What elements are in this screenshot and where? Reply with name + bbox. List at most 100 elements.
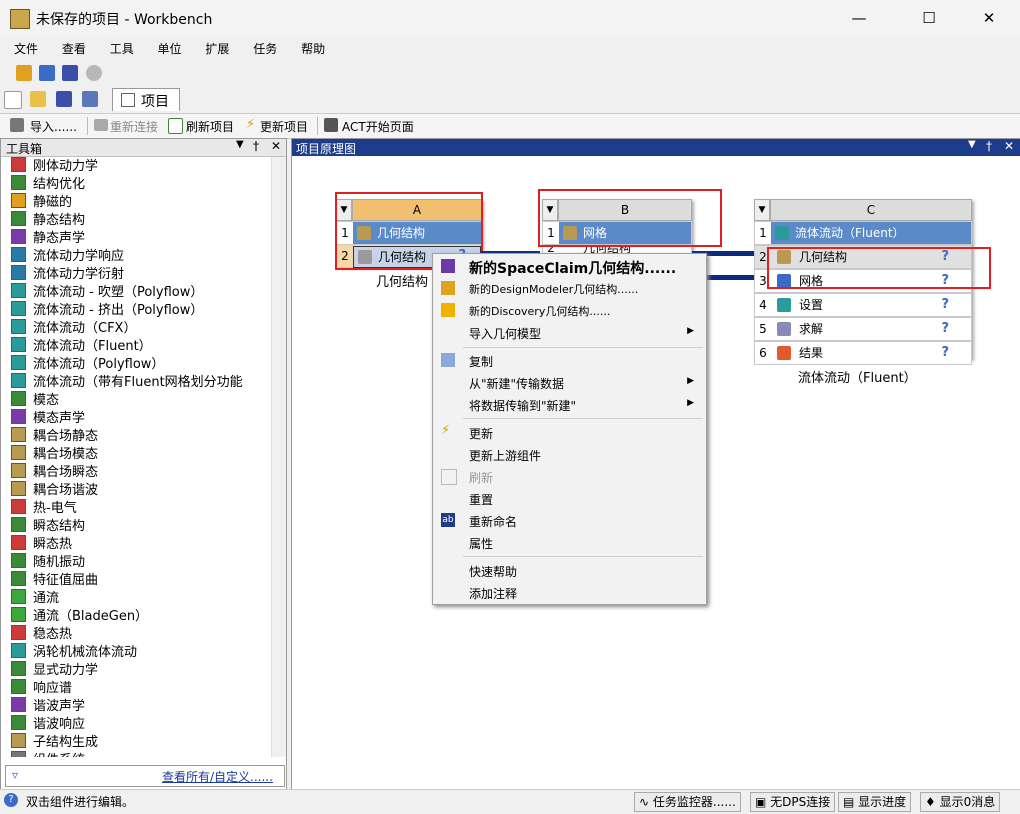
toolbox-item[interactable]: 显式动力学 (11, 659, 98, 678)
close-button[interactable]: ✕ (966, 4, 1012, 32)
help-question-icon[interactable]: ? (941, 318, 949, 340)
toolbox-item[interactable]: 模态 (11, 389, 59, 408)
menu-new-designmodeler[interactable]: 新的DesignModeler几何结构...... (469, 281, 638, 297)
save-workbench-icon[interactable] (39, 65, 55, 81)
new-file-icon[interactable] (4, 91, 22, 109)
toolbox-item[interactable]: 流体流动 - 挤出（Polyflow） (11, 299, 203, 318)
new-workbench-icon[interactable] (16, 65, 32, 81)
show-progress-button[interactable]: ▤ 显示进度 (838, 792, 912, 812)
toolbox-item[interactable]: 流体动力学衍射 (11, 263, 124, 282)
toolbox-item[interactable]: 流体流动（带有Fluent网格划分功能 (11, 371, 243, 390)
system-c-menu-arrow[interactable]: ▼ (754, 199, 770, 221)
system-c-cell-5[interactable]: 5 求解 ? (754, 317, 972, 341)
toolbox-item[interactable]: 涡轮机械流体流动 (11, 641, 137, 660)
menu-new-discovery[interactable]: 新的Discovery几何结构...... (469, 303, 610, 319)
pin-icon[interactable]: † (253, 139, 259, 153)
tab-project[interactable]: 项目 (112, 88, 180, 111)
act-home-button[interactable]: ACT开始页面 (342, 118, 414, 135)
toolbox-item[interactable]: 静态结构 (11, 209, 85, 228)
menu-units[interactable]: 单位 (158, 38, 182, 60)
system-c-cell-1[interactable]: 1 流体流动（Fluent） (754, 221, 972, 245)
menu-bar: 文件 查看 工具 单位 扩展 任务 帮助 (0, 38, 1020, 60)
toolbox-item[interactable]: 响应谱 (11, 677, 72, 696)
toolbox-panel: 工具箱 ▼ † ✕ 刚体动力学 结构优化 静磁的 静态结构 静态声学 流体动力学响应 流体动… (0, 138, 287, 790)
menu-reset[interactable]: 重置 (469, 491, 493, 508)
toolbox-scrollbar[interactable] (271, 157, 286, 757)
menu-extensions[interactable]: 扩展 (205, 38, 229, 60)
system-c-cell-4[interactable]: 4 设置 ? (754, 293, 972, 317)
toolbox-item[interactable]: 特征值屈曲 (11, 569, 98, 588)
toolbox-item[interactable]: 耦合场模态 (11, 443, 98, 462)
toolbox-item[interactable]: 流体流动（Polyflow） (11, 353, 164, 372)
maximize-button[interactable]: ☐ (906, 4, 952, 32)
analysis-system-icon (11, 427, 26, 442)
menu-view[interactable]: 查看 (62, 38, 86, 60)
menu-quick-help[interactable]: 快速帮助 (469, 563, 517, 580)
help-question-icon[interactable]: ? (941, 294, 949, 316)
menu-update-upstream[interactable]: 更新上游组件 (469, 447, 541, 464)
archive-icon[interactable] (62, 65, 78, 81)
menu-jobs[interactable]: 任务 (253, 38, 277, 60)
dps-connection-button[interactable]: ▣ 无DPS连接 (750, 792, 836, 812)
toolbox-item[interactable]: 通流 (11, 587, 59, 606)
toolbox-item[interactable]: 瞬态结构 (11, 515, 85, 534)
open-folder-icon[interactable] (30, 91, 46, 107)
filter-icon[interactable]: ▿ (12, 768, 18, 782)
toolbox-item[interactable]: 稳态热 (11, 623, 72, 642)
toolbox-item[interactable]: 热-电气 (11, 497, 77, 516)
toolbox-item[interactable]: 流体流动 - 吹塑（Polyflow） (11, 281, 203, 300)
toolbox-item[interactable]: 通流（BladeGen） (11, 605, 148, 624)
close-panel-icon[interactable]: ✕ (1004, 139, 1014, 153)
menu-update[interactable]: 更新 (469, 425, 493, 442)
minimize-button[interactable]: — (836, 4, 882, 32)
dropdown-icon[interactable]: ▼ (968, 139, 976, 150)
menu-refresh[interactable]: 刷新 (469, 469, 493, 486)
close-panel-icon[interactable]: ✕ (271, 139, 281, 153)
toolbox-item[interactable]: 组件系统 (11, 749, 85, 757)
menu-rename[interactable]: 重新命名 (469, 513, 517, 530)
system-c-cell-6[interactable]: 6 结果 ? (754, 341, 972, 365)
toolbox-item[interactable]: 谐波声学 (11, 695, 85, 714)
toolbox-item[interactable]: 瞬态热 (11, 533, 72, 552)
menu-file[interactable]: 文件 (14, 38, 38, 60)
pin-icon[interactable]: † (986, 139, 992, 153)
dropdown-icon[interactable]: ▼ (236, 139, 244, 150)
toolbox-item[interactable]: 流体流动（Fluent） (11, 335, 152, 354)
save-icon[interactable] (56, 91, 72, 107)
toolbox-item[interactable]: 耦合场静态 (11, 425, 98, 444)
menu-new-spaceclaim[interactable]: 新的SpaceClaim几何结构...... (469, 258, 676, 278)
menu-import-geometry[interactable]: 导入几何模型 (469, 325, 541, 342)
menu-transfer-to-new[interactable]: 将数据传输到"新建" (469, 397, 576, 414)
help-question-icon[interactable]: ? (941, 342, 949, 364)
lightning-icon: ⚡ (441, 423, 451, 438)
toolbox-item[interactable]: 结构优化 (11, 173, 85, 192)
globe-icon[interactable] (86, 65, 102, 81)
toolbox-item[interactable]: 谐波响应 (11, 713, 85, 732)
update-project-button[interactable]: 更新项目 (260, 118, 308, 135)
toolbox-item[interactable]: 随机振动 (11, 551, 85, 570)
refresh-project-button[interactable]: 刷新项目 (186, 118, 234, 135)
menu-add-note[interactable]: 添加注释 (469, 585, 517, 602)
analysis-system-icon (11, 715, 26, 730)
toolbox-item[interactable]: 耦合场谐波 (11, 479, 98, 498)
toolbox-item[interactable]: 流体动力学响应 (11, 245, 124, 264)
menu-transfer-from-new[interactable]: 从"新建"传输数据 (469, 375, 564, 392)
toolbox-item[interactable]: 模态声学 (11, 407, 85, 426)
toolbox-item[interactable]: 流体流动（CFX） (11, 317, 136, 336)
task-monitor-button[interactable]: ∿ 任务监控器...... (634, 792, 741, 812)
menu-properties[interactable]: 属性 (469, 535, 493, 552)
menu-tools[interactable]: 工具 (110, 38, 134, 60)
save-as-icon[interactable] (82, 91, 98, 107)
toolbox-item[interactable]: 静态声学 (11, 227, 85, 246)
view-all-link[interactable]: 查看所有/自定义...... (162, 768, 273, 785)
toolbox-item[interactable]: 刚体动力学 (11, 157, 98, 174)
toolbox-item[interactable]: 耦合场瞬态 (11, 461, 98, 480)
menu-help[interactable]: 帮助 (301, 38, 325, 60)
toolbox-item[interactable]: 静磁的 (11, 191, 72, 210)
menu-copy[interactable]: 复制 (469, 353, 493, 370)
show-messages-button[interactable]: ♦ 显示0消息 (920, 792, 1001, 812)
toolbox-item[interactable]: 子结构生成 (11, 731, 98, 750)
analysis-system-icon (11, 265, 26, 280)
import-button[interactable]: 导入...... (30, 118, 77, 135)
reconnect-button[interactable]: 重新连接 (110, 118, 158, 135)
